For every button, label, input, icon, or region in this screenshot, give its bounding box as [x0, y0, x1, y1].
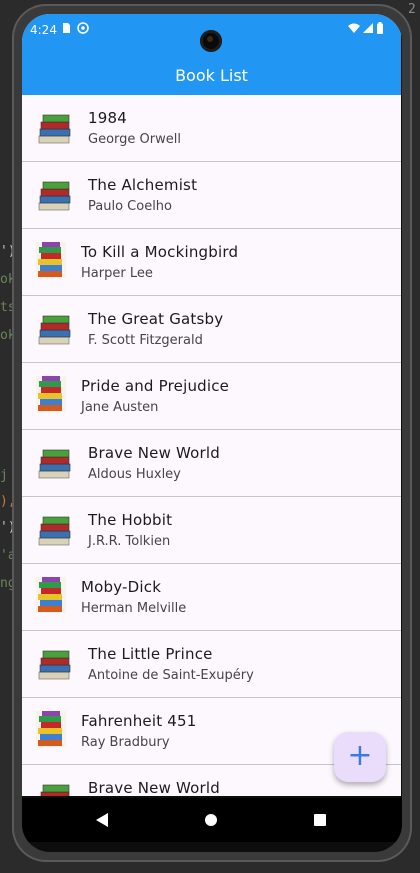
- books-stack-icon: [37, 447, 73, 481]
- back-icon[interactable]: [96, 813, 108, 827]
- home-icon[interactable]: [205, 814, 217, 826]
- book-title: The Hobbit: [88, 511, 173, 529]
- book-title: Brave New World: [88, 779, 220, 796]
- book-author: George Orwell: [88, 132, 181, 147]
- book-author: Antoine de Saint-Exupéry: [88, 668, 254, 683]
- book-author: Jane Austen: [81, 400, 159, 415]
- status-time: 4:24: [30, 23, 57, 37]
- book-list-item[interactable]: Moby-Dick Herman Melville: [22, 564, 401, 631]
- book-title: Pride and Prejudice: [81, 377, 230, 395]
- book-list-item[interactable]: The Great Gatsby F. Scott Fitzgerald: [22, 296, 401, 363]
- phone-bezel: 4:24 Book List 1984 George Orwell The Al…: [22, 14, 402, 852]
- book-list: 1984 George Orwell The Alchemist Paulo Coe…: [22, 95, 401, 796]
- books-tall-icon: [35, 710, 67, 748]
- book-list-item[interactable]: To Kill a Mockingbird Harper Lee: [22, 229, 401, 296]
- add-book-button[interactable]: +: [334, 732, 386, 782]
- book-author: Paulo Coelho: [88, 199, 172, 214]
- book-author: Herman Melville: [81, 601, 187, 616]
- book-title: The Great Gatsby: [88, 310, 224, 328]
- phone-frame: 4:24 Book List 1984 George Orwell The Al…: [12, 4, 412, 862]
- wifi-icon: [348, 23, 360, 33]
- books-tall-icon: [35, 375, 67, 413]
- books-stack-icon: [37, 514, 73, 548]
- book-author: Harper Lee: [81, 266, 153, 281]
- book-title: Brave New World: [88, 444, 220, 462]
- books-stack-icon: [37, 112, 73, 146]
- books-tall-icon: [35, 576, 67, 614]
- vpn-icon: [77, 22, 89, 34]
- book-list-item[interactable]: The Little Prince Antoine de Saint-Exupér…: [22, 631, 401, 698]
- book-title: Fahrenheit 451: [81, 712, 197, 730]
- sd-card-icon: [63, 23, 70, 33]
- book-list-item[interactable]: 1984 George Orwell: [22, 95, 401, 162]
- book-title: 1984: [88, 109, 127, 127]
- page-title: Book List: [175, 66, 248, 85]
- battery-icon: [377, 22, 383, 34]
- book-author: Ray Bradbury: [81, 735, 170, 750]
- book-title: The Alchemist: [88, 176, 198, 194]
- books-tall-icon: [35, 241, 67, 279]
- book-author: Aldous Huxley: [88, 467, 181, 482]
- book-list-item[interactable]: The Alchemist Paulo Coelho: [22, 162, 401, 229]
- book-author: J.R.R. Tolkien: [88, 534, 171, 549]
- front-camera: [200, 30, 222, 52]
- book-title: To Kill a Mockingbird: [81, 243, 239, 261]
- books-stack-icon: [37, 179, 73, 213]
- book-title: Moby-Dick: [81, 578, 162, 596]
- app-screen: 4:24 Book List 1984 George Orwell The Al…: [22, 14, 401, 796]
- signal-icon: [363, 23, 373, 33]
- add-icon: +: [347, 738, 373, 773]
- book-list-item[interactable]: Pride and Prejudice Jane Austen: [22, 363, 401, 430]
- books-stack-icon: [37, 313, 73, 347]
- books-stack-icon: [37, 782, 73, 796]
- book-list-item[interactable]: The Hobbit J.R.R. Tolkien: [22, 497, 401, 564]
- book-title: The Little Prince: [88, 645, 213, 663]
- book-author: F. Scott Fitzgerald: [88, 333, 203, 348]
- app-bar: 4:24 Book List: [22, 14, 401, 95]
- books-stack-icon: [37, 648, 73, 682]
- navigation-bar: [22, 798, 402, 842]
- recent-apps-icon[interactable]: [314, 814, 326, 826]
- book-list-item[interactable]: Brave New World Aldous Huxley: [22, 430, 401, 497]
